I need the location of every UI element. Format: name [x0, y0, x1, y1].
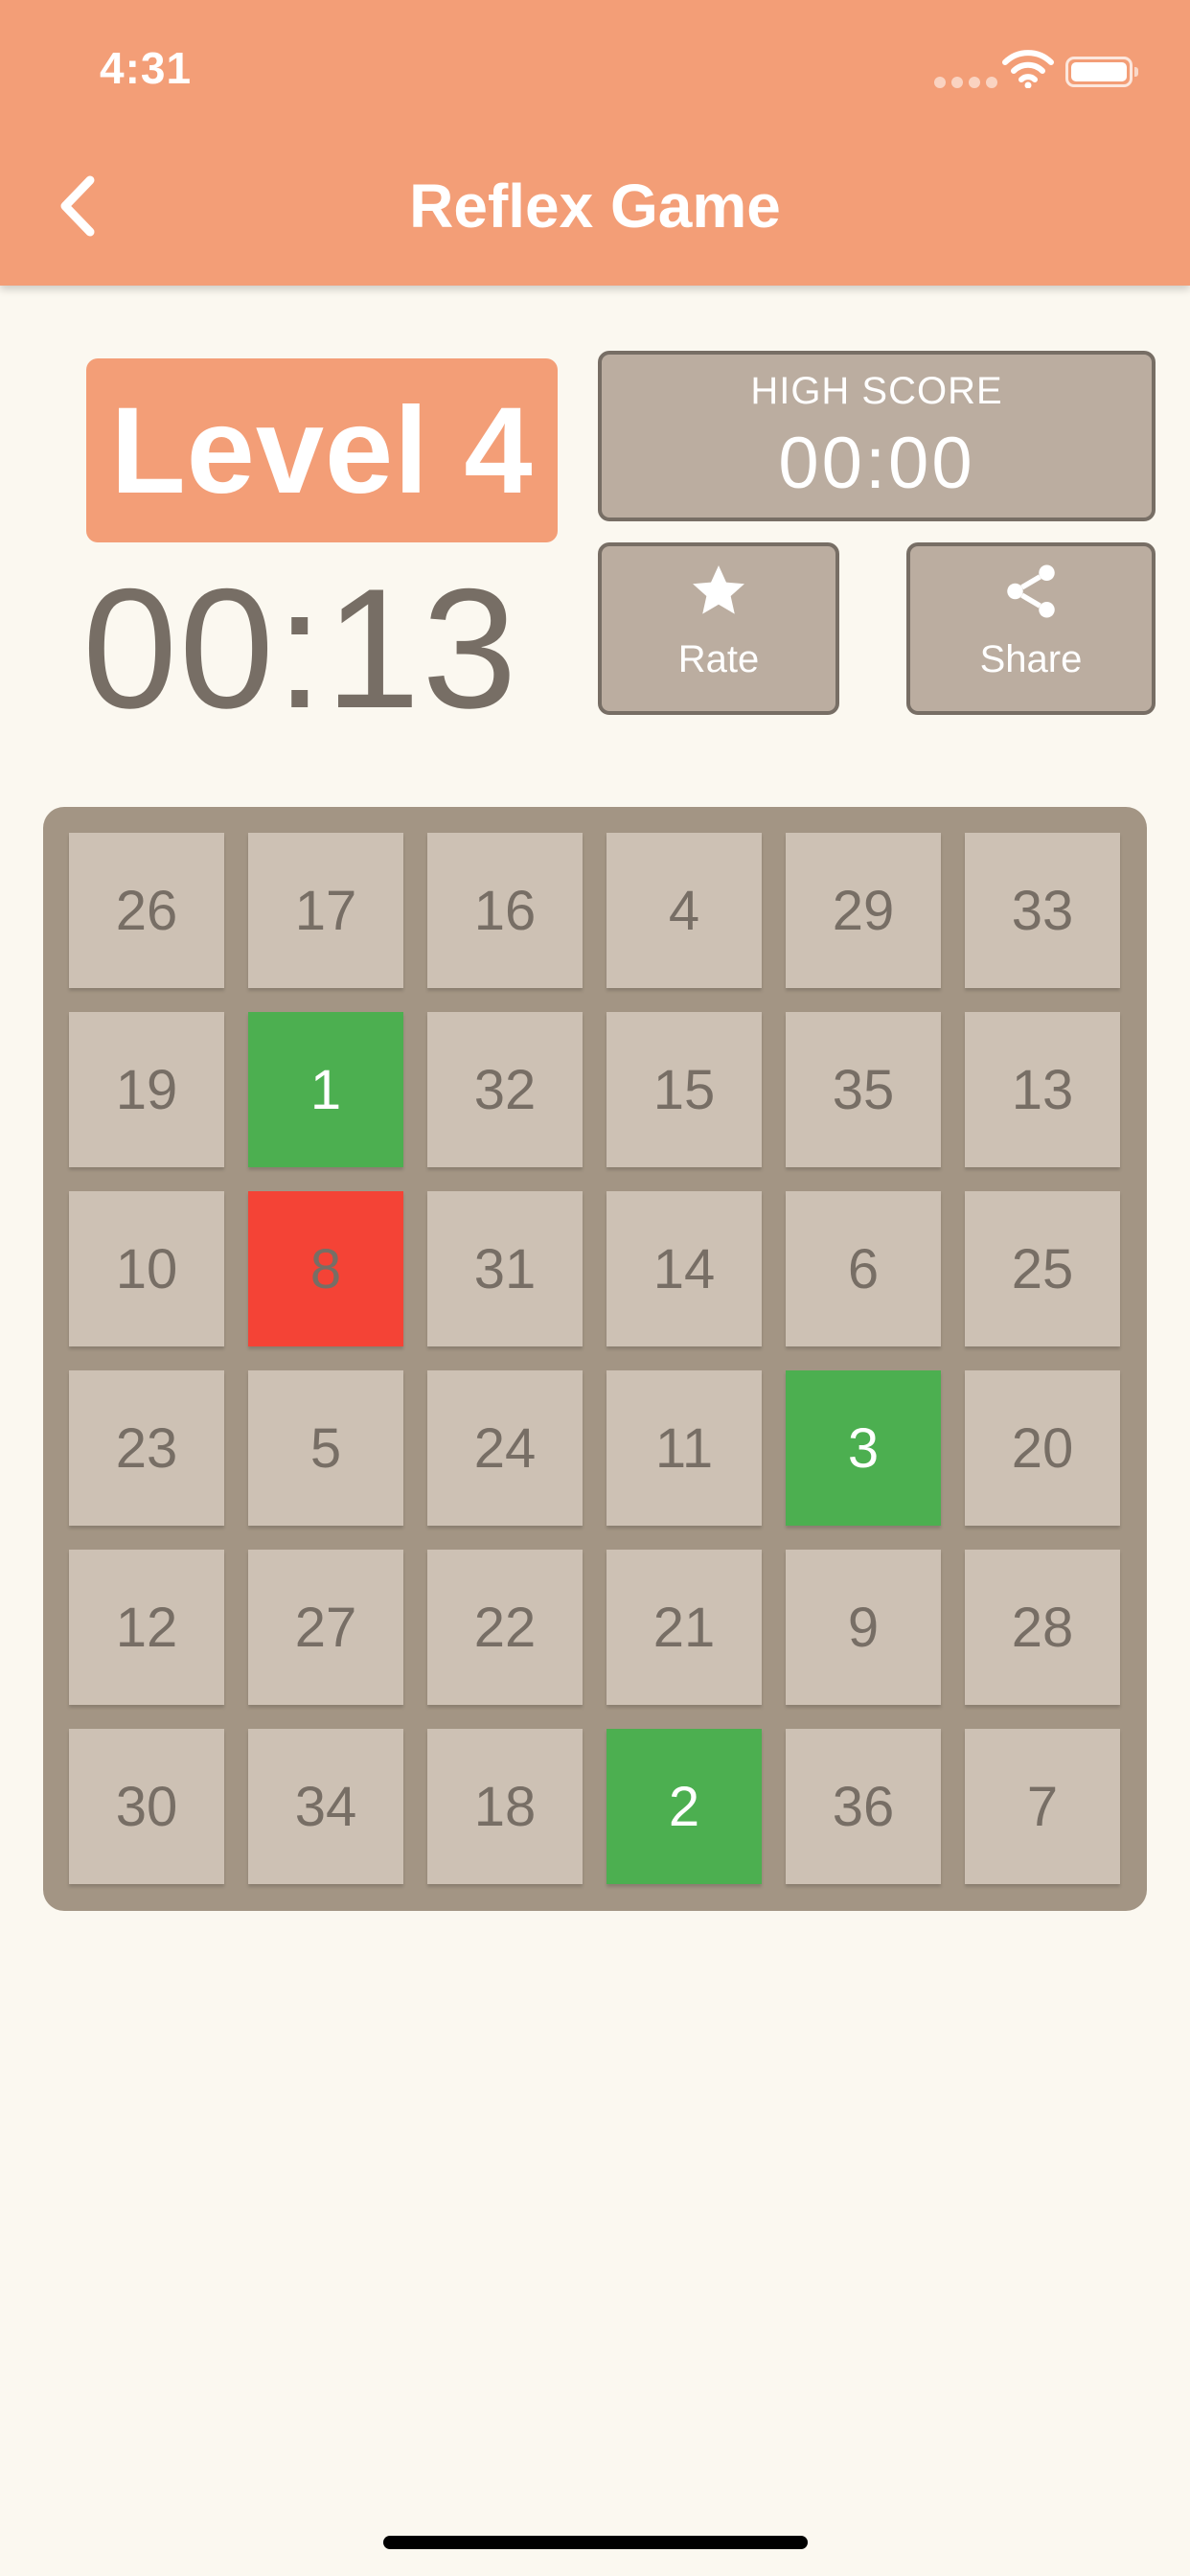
- grid-tile-7[interactable]: 7: [965, 1729, 1120, 1884]
- star-icon: [693, 565, 744, 614]
- game-timer: 00:13: [82, 553, 519, 744]
- grid-tile-13[interactable]: 13: [965, 1012, 1120, 1167]
- grid-tile-10[interactable]: 10: [69, 1191, 224, 1346]
- grid-tile-20[interactable]: 20: [965, 1370, 1120, 1526]
- grid-tile-22[interactable]: 22: [427, 1550, 583, 1705]
- high-score-value: 00:00: [778, 423, 975, 504]
- number-grid: 26 17 16 4 29 33 19 1 32 15 35 13 10 8 31 14 6 25 23 5 24 11 3…: [43, 807, 1147, 1911]
- page-title: Reflex Game: [409, 172, 781, 241]
- signal-dots-icon: [934, 77, 1006, 88]
- battery-icon: [1065, 57, 1138, 87]
- wifi-icon: [1002, 50, 1054, 88]
- grid-tile-33[interactable]: 33: [965, 833, 1120, 988]
- grid-tile-30[interactable]: 30: [69, 1729, 224, 1884]
- grid-tile-29[interactable]: 29: [786, 833, 941, 988]
- high-score-panel: HIGH SCORE 00:00: [598, 351, 1156, 521]
- battery-level: [1071, 62, 1127, 81]
- rate-label: Rate: [677, 638, 760, 680]
- grid-tile-18[interactable]: 18: [427, 1729, 583, 1884]
- share-icon: [1007, 564, 1055, 618]
- level-badge: Level 4: [86, 358, 558, 542]
- navigation-header: 4:31 Reflex Game: [0, 0, 1190, 286]
- grid-tile-34[interactable]: 34: [248, 1729, 403, 1884]
- grid-tile-17[interactable]: 17: [248, 833, 403, 988]
- grid-tile-2[interactable]: 2: [606, 1729, 762, 1884]
- grid-tile-11[interactable]: 11: [606, 1370, 762, 1526]
- grid-tile-21[interactable]: 21: [606, 1550, 762, 1705]
- grid-tile-28[interactable]: 28: [965, 1550, 1120, 1705]
- share-label: Share: [979, 638, 1083, 680]
- high-score-label: HIGH SCORE: [750, 370, 1003, 412]
- grid-tile-16[interactable]: 16: [427, 833, 583, 988]
- grid-tile-24[interactable]: 24: [427, 1370, 583, 1526]
- grid-tile-6[interactable]: 6: [786, 1191, 941, 1346]
- status-bar-time: 4:31: [100, 43, 193, 93]
- grid-tile-3[interactable]: 3: [786, 1370, 941, 1526]
- grid-tile-35[interactable]: 35: [786, 1012, 941, 1167]
- grid-tile-15[interactable]: 15: [606, 1012, 762, 1167]
- grid-tile-36[interactable]: 36: [786, 1729, 941, 1884]
- grid-tile-8[interactable]: 8: [248, 1191, 403, 1346]
- grid-tile-27[interactable]: 27: [248, 1550, 403, 1705]
- grid-tile-19[interactable]: 19: [69, 1012, 224, 1167]
- share-button[interactable]: Share: [906, 542, 1156, 715]
- grid-tile-31[interactable]: 31: [427, 1191, 583, 1346]
- grid-tile-9[interactable]: 9: [786, 1550, 941, 1705]
- home-indicator: [383, 2536, 808, 2549]
- grid-tile-14[interactable]: 14: [606, 1191, 762, 1346]
- grid-tile-4[interactable]: 4: [606, 833, 762, 988]
- rate-button[interactable]: Rate: [598, 542, 839, 715]
- grid-tile-32[interactable]: 32: [427, 1012, 583, 1167]
- grid-tile-23[interactable]: 23: [69, 1370, 224, 1526]
- grid-tile-25[interactable]: 25: [965, 1191, 1120, 1346]
- grid-tile-12[interactable]: 12: [69, 1550, 224, 1705]
- grid-tile-26[interactable]: 26: [69, 833, 224, 988]
- grid-tile-1[interactable]: 1: [248, 1012, 403, 1167]
- grid-tile-5[interactable]: 5: [248, 1370, 403, 1526]
